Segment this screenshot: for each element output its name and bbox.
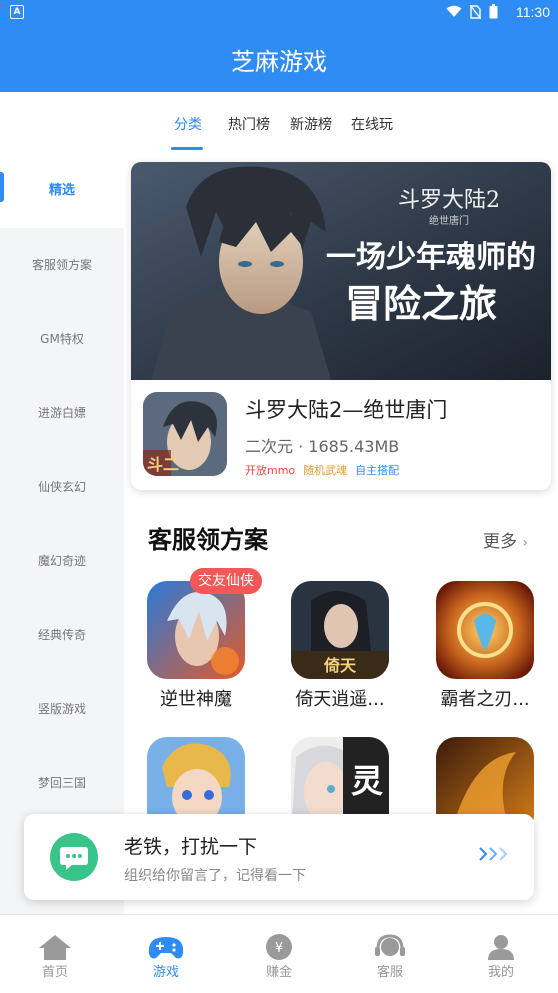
status-bar: A 11:30	[0, 0, 558, 24]
nav-customer-service[interactable]: 客服	[355, 933, 425, 980]
home-icon	[39, 935, 71, 960]
featured-banner-image: 斗罗大陆2 绝世唐门 一场少年魂师的 冒险之旅	[131, 162, 551, 380]
meta-separator: ·	[298, 437, 304, 456]
nav-home[interactable]: 首页	[20, 933, 90, 980]
game-item-yitian-xiaoyao[interactable]: 倚天 倚天逍遥...	[285, 581, 395, 711]
sidebar-item-three-kingdoms[interactable]: 梦回三国	[0, 746, 124, 820]
nav-label: 客服	[376, 965, 403, 980]
clock: 11:30	[516, 4, 550, 20]
sidebar-active-indicator	[0, 172, 4, 202]
game-icon	[147, 581, 245, 679]
no-sim-icon	[470, 4, 481, 19]
game-tag: 自主搭配	[355, 464, 400, 477]
top-tabs: 分类 热门榜 新游榜 在线玩	[0, 92, 558, 154]
headset-icon	[375, 934, 405, 956]
nav-label: 游戏	[152, 965, 179, 980]
game-item-bazhe-zhiren[interactable]: 霸者之刃...	[430, 581, 540, 711]
sidebar-item-featured[interactable]: 精选	[0, 154, 124, 228]
banner-logo-subtitle: 绝世唐门	[429, 214, 469, 227]
section-title: 客服领方案	[148, 526, 268, 554]
game-icon: 倚天	[291, 581, 389, 679]
more-label: 更多	[483, 532, 517, 552]
game-icon-text: 灵	[351, 762, 383, 800]
game-item-nishi-shenmo[interactable]: 逆世神魔	[141, 581, 251, 711]
banner-slogan-line2: 冒险之旅	[345, 281, 497, 326]
tab-category[interactable]: 分类	[174, 114, 202, 134]
notice-title: 老铁，打扰一下	[124, 836, 258, 858]
featured-icon-text: 斗二	[147, 455, 179, 474]
sidebar-item-free-play[interactable]: 进游白嫖	[0, 376, 124, 450]
gamepad-icon	[148, 937, 184, 959]
nav-profile[interactable]: 我的	[466, 933, 536, 980]
app-title: 芝麻游戏	[231, 48, 327, 76]
sidebar-item-xianxia[interactable]: 仙侠玄幻	[0, 450, 124, 524]
tab-underline	[171, 147, 203, 150]
svg-text:¥: ¥	[275, 941, 283, 956]
chat-bubble-icon	[50, 833, 98, 881]
notice-subtitle: 组织给你留言了，记得看一下	[124, 868, 306, 884]
sidebar-item-magic[interactable]: 魔幻奇迹	[0, 524, 124, 598]
sidebar-item-classic-legend[interactable]: 经典传奇	[0, 598, 124, 672]
battery-icon	[489, 4, 498, 19]
user-icon	[488, 935, 514, 960]
tab-play-online[interactable]: 在线玩	[351, 114, 393, 134]
sidebar-item-gm-privilege[interactable]: GM特权	[0, 302, 124, 376]
nav-earn[interactable]: ¥ 赚金	[244, 933, 314, 980]
game-name: 霸者之刃...	[440, 689, 530, 710]
banner-logo-text: 斗罗大陆2	[398, 188, 500, 213]
featured-game-icon: 斗二	[143, 392, 227, 476]
featured-game-size: 1685.43MB	[308, 437, 400, 456]
featured-game-name: 斗罗大陆2—绝世唐门	[245, 398, 448, 422]
app-header: 芝麻游戏	[0, 24, 558, 92]
nav-label: 赚金	[265, 965, 292, 980]
nav-label: 首页	[41, 965, 68, 980]
coin-icon: ¥	[266, 934, 292, 960]
promo-badge: 交友仙侠	[190, 568, 262, 594]
game-name: 逆世神魔	[160, 689, 232, 710]
featured-game-card[interactable]: 斗罗大陆2 绝世唐门 一场少年魂师的 冒险之旅 斗二 斗罗大陆2—绝世唐门 二次…	[131, 162, 551, 490]
accessibility-icon: A	[10, 5, 24, 19]
nav-games[interactable]: 游戏	[131, 933, 201, 980]
featured-game-tags: 开放mmo 随机武魂 自主搭配	[245, 462, 399, 478]
game-icon	[436, 581, 534, 679]
featured-game-category: 二次元	[245, 437, 294, 456]
more-link[interactable]: 更多 ›	[483, 527, 528, 552]
banner-slogan-line1: 一场少年魂师的	[326, 240, 536, 275]
game-tag: 随机武魂	[303, 464, 348, 477]
tab-new-ranking[interactable]: 新游榜	[290, 114, 332, 134]
featured-game-meta: 二次元 · 1685.43MB	[245, 433, 399, 457]
svg-text:倚天: 倚天	[323, 656, 357, 675]
system-icons	[446, 4, 498, 19]
game-tag: 开放mmo	[245, 464, 296, 477]
bottom-nav: 首页 游戏 ¥ 赚金 客服 我的	[0, 914, 558, 993]
tab-hot-ranking[interactable]: 热门榜	[228, 114, 270, 134]
nav-label: 我的	[487, 965, 514, 980]
game-name: 倚天逍遥...	[295, 689, 385, 710]
message-notice[interactable]: 老铁，打扰一下 组织给你留言了，记得看一下	[24, 814, 534, 900]
sidebar-item-service-plan[interactable]: 客服领方案	[0, 228, 124, 302]
sidebar-item-vertical-games[interactable]: 竖版游戏	[0, 672, 124, 746]
double-chevron-right-icon	[479, 847, 508, 861]
chevron-right-icon: ›	[522, 535, 529, 551]
category-sidebar: 精选 客服领方案 GM特权 进游白嫖 仙侠玄幻 魔幻奇迹 经典传奇 竖版游戏 梦…	[0, 154, 124, 914]
wifi-icon	[446, 5, 462, 17]
